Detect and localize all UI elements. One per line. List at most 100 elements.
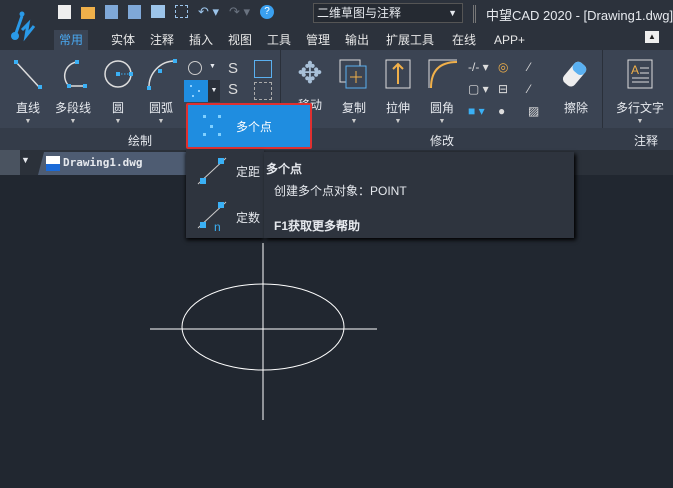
tab-online[interactable]: 在线 bbox=[449, 30, 479, 50]
dwg-file-icon bbox=[46, 156, 60, 171]
circle-button[interactable]: 圆 ▼ bbox=[100, 56, 136, 125]
chevron-down-icon: ▼ bbox=[448, 8, 457, 18]
tab-app-plus[interactable]: APP+ bbox=[487, 30, 532, 50]
save-icon[interactable] bbox=[105, 5, 118, 19]
tab-tools[interactable]: 工具 bbox=[264, 30, 294, 50]
document-tab-label: Drawing1.dwg bbox=[63, 156, 143, 169]
svg-text:A: A bbox=[631, 63, 639, 77]
divider bbox=[473, 5, 476, 23]
open-icon[interactable] bbox=[81, 7, 95, 19]
tooltip-help: F1获取更多帮助 bbox=[274, 219, 361, 233]
app-logo[interactable] bbox=[0, 0, 44, 50]
wipeout-icon[interactable] bbox=[254, 82, 272, 100]
measure-label: 定距 bbox=[236, 165, 261, 179]
new-icon[interactable] bbox=[58, 5, 71, 19]
tooltip-title: 多个点 bbox=[266, 162, 303, 176]
multiple-points-icon bbox=[203, 115, 221, 136]
region-icon[interactable] bbox=[254, 60, 272, 78]
divide-measure-item[interactable]: 定距 bbox=[186, 152, 264, 192]
draw-panel-label[interactable]: 绘制 bbox=[128, 132, 152, 149]
annotate-panel-label[interactable]: 注释 bbox=[634, 132, 658, 149]
trim-icon[interactable]: -/- ▾ bbox=[468, 60, 498, 78]
help-icon[interactable]: ? bbox=[260, 5, 275, 19]
polyline-label: 多段线 bbox=[54, 101, 91, 115]
multiple-points-label: 多个点 bbox=[236, 120, 273, 134]
save-as-icon[interactable] bbox=[128, 5, 141, 19]
tooltip-description: 创建多个点对象：POINT bbox=[274, 184, 407, 198]
stretch-button[interactable]: 拉伸 ▼ bbox=[378, 56, 418, 125]
window-title: 中望CAD 2020 - [Drawing1.dwg] bbox=[486, 8, 673, 23]
rectangle-icon[interactable]: ■ ▾ bbox=[468, 104, 498, 122]
mtext-label: 多行文字 bbox=[615, 101, 664, 115]
tab-home[interactable]: 常用 bbox=[54, 30, 88, 50]
mtext-icon: A bbox=[627, 59, 653, 89]
divide-label: 定数 bbox=[236, 211, 261, 225]
collapse-ribbon-icon[interactable]: ▲ bbox=[645, 31, 659, 43]
array-icon[interactable]: ▢ ▾ bbox=[468, 82, 498, 100]
document-tab[interactable]: Drawing1.dwg bbox=[38, 152, 188, 175]
break-icon[interactable]: ⁄ bbox=[528, 60, 558, 78]
multiple-points-menu-item[interactable]: 多个点 bbox=[186, 103, 312, 149]
divide-item[interactable]: n 定数 bbox=[186, 196, 264, 236]
mtext-button[interactable]: A 多行文字 ▼ bbox=[610, 56, 670, 125]
multiple-points-icon bbox=[190, 85, 200, 97]
workspace-value: 二维草图与注释 bbox=[317, 6, 402, 20]
chevron-down-icon[interactable]: ▼ bbox=[209, 63, 216, 70]
modify-panel-label[interactable]: 修改 bbox=[430, 132, 454, 149]
align-icon[interactable]: ⊟ bbox=[498, 82, 528, 100]
tab-output[interactable]: 输出 bbox=[342, 30, 372, 50]
point-submenu: 定距 n 定数 bbox=[186, 150, 264, 238]
circle-icon bbox=[104, 60, 133, 88]
ribbon-tabs: 常用 实体 注释 插入 视图 工具 管理 输出 扩展工具 在线 APP+ ▲ bbox=[44, 28, 673, 50]
panel-labels: 绘制 修改 注释 bbox=[0, 128, 673, 150]
ellipse-icon[interactable] bbox=[188, 61, 202, 75]
explode-icon[interactable]: ● bbox=[498, 104, 528, 122]
stretch-icon bbox=[385, 59, 411, 89]
tab-insert[interactable]: 插入 bbox=[186, 30, 216, 50]
tab-handle bbox=[0, 150, 20, 175]
stretch-label: 拉伸 bbox=[385, 101, 410, 115]
spline-icon[interactable]: S bbox=[228, 60, 246, 78]
erase-button[interactable]: 擦除 bbox=[558, 56, 594, 116]
copy-label: 复制 bbox=[341, 101, 366, 115]
erase-label: 擦除 bbox=[563, 101, 588, 115]
copy-button[interactable]: 复制 ▼ bbox=[334, 56, 374, 125]
offset-icon[interactable]: ◎ bbox=[498, 60, 528, 78]
svg-text:n: n bbox=[214, 220, 221, 234]
quick-access-toolbar: ↶ ▾ ↷ ▾ ? bbox=[58, 5, 275, 19]
tab-list-arrow[interactable]: ▼ bbox=[21, 155, 30, 165]
hatch-edit-icon[interactable]: ▨ bbox=[528, 104, 558, 122]
line-button[interactable]: 直线 ▼ bbox=[6, 56, 50, 125]
measure-icon bbox=[197, 157, 227, 185]
tab-manage[interactable]: 管理 bbox=[303, 30, 333, 50]
print-icon[interactable] bbox=[151, 5, 165, 18]
copy-icon bbox=[339, 59, 367, 89]
eraser-icon bbox=[562, 61, 587, 87]
arc-button[interactable]: 圆弧 ▼ bbox=[140, 56, 182, 125]
point-button[interactable] bbox=[184, 80, 208, 102]
move-icon: ✥ bbox=[297, 57, 323, 90]
point-dropdown-arrow[interactable]: ▼ bbox=[208, 80, 220, 102]
redo-icon[interactable]: ↷ ▾ bbox=[229, 5, 250, 19]
arc-label: 圆弧 bbox=[148, 101, 173, 115]
revcloud-icon[interactable]: S bbox=[228, 81, 246, 99]
join-icon[interactable]: ⁄ bbox=[528, 82, 558, 100]
workspace-select[interactable]: 二维草图与注释 ▼ bbox=[313, 3, 463, 23]
polyline-button[interactable]: 多段线 ▼ bbox=[50, 56, 96, 125]
tab-view[interactable]: 视图 bbox=[225, 30, 255, 50]
line-label: 直线 bbox=[15, 101, 40, 115]
modify-tools: -/- ▾ ◎ ⁄ ▢ ▾ ⊟ ⁄ ■ ▾ ● ▨ bbox=[468, 60, 558, 122]
undo-icon[interactable]: ↶ ▾ bbox=[198, 5, 219, 19]
polyline-icon bbox=[63, 60, 87, 88]
tooltip: 多个点 创建多个点对象：POINT F1获取更多帮助 bbox=[264, 152, 574, 238]
fillet-button[interactable]: 圆角 ▼ bbox=[422, 56, 462, 125]
circle-label: 圆 bbox=[111, 101, 124, 115]
tab-solid[interactable]: 实体 bbox=[108, 30, 138, 50]
fillet-label: 圆角 bbox=[429, 101, 454, 115]
tab-extensions[interactable]: 扩展工具 bbox=[380, 30, 440, 50]
zoom-extents-icon[interactable] bbox=[175, 5, 188, 18]
arc-icon bbox=[147, 59, 177, 90]
line-icon bbox=[14, 60, 42, 89]
divide-icon: n bbox=[197, 201, 227, 234]
tab-annotate[interactable]: 注释 bbox=[147, 30, 177, 50]
